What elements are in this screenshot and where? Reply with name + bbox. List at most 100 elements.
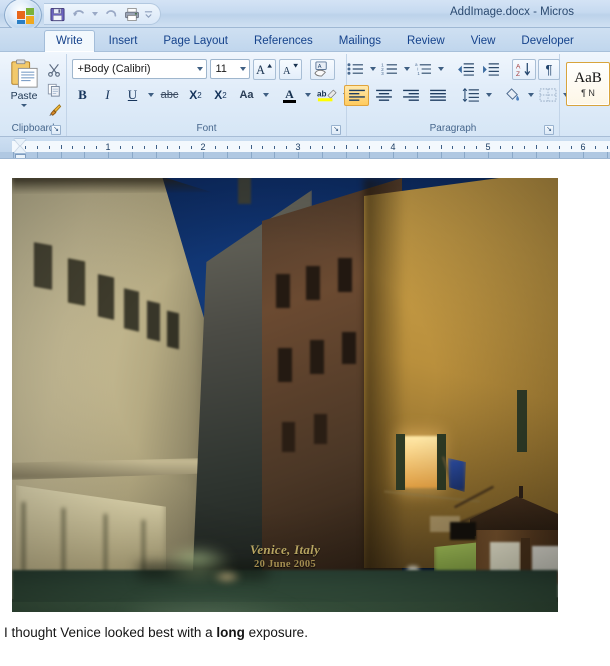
- chevron-down-icon: [485, 93, 492, 97]
- change-case-button[interactable]: Aa: [235, 85, 259, 106]
- sort-button[interactable]: A Z: [512, 58, 536, 80]
- ruler-segment-mark: [226, 152, 228, 158]
- tab-references[interactable]: References: [242, 30, 325, 52]
- align-right-button[interactable]: [398, 85, 423, 106]
- document-paragraph[interactable]: I thought Venice looked best with a long…: [4, 625, 308, 640]
- ruler-number-5: 5: [485, 142, 491, 152]
- bullets-button[interactable]: [344, 59, 366, 80]
- save-button[interactable]: [48, 5, 67, 23]
- shading-paint-icon: [506, 87, 520, 101]
- tab-review[interactable]: Review: [395, 30, 457, 52]
- line-spacing-button[interactable]: [460, 85, 482, 106]
- ruler-segment-mark: [464, 152, 466, 158]
- underline-button[interactable]: U: [122, 85, 144, 106]
- undo-dropdown[interactable]: [90, 5, 99, 23]
- borders-button[interactable]: [536, 85, 559, 106]
- numbering-button[interactable]: 123: [378, 59, 400, 80]
- tab-write[interactable]: Write: [44, 30, 95, 52]
- highlight-button[interactable]: ab: [315, 85, 339, 106]
- document-canvas[interactable]: Venice, Italy 20 June 2005 I thought Ven…: [0, 159, 610, 652]
- first-line-indent-marker[interactable]: [14, 139, 26, 146]
- font-dialog-launcher[interactable]: ↘: [331, 125, 341, 135]
- shading-button[interactable]: [502, 85, 524, 106]
- multilevel-list-dropdown[interactable]: [436, 59, 444, 80]
- bold-button[interactable]: B: [72, 85, 94, 106]
- customize-qat-button[interactable]: [143, 5, 153, 23]
- chevron-down-icon: [91, 12, 98, 16]
- strikethrough-label: abc: [160, 89, 179, 101]
- ruler-tick: [84, 146, 86, 149]
- font-name-combobox[interactable]: +Body (Calibri): [71, 59, 207, 79]
- shrink-font-icon: A: [283, 63, 298, 77]
- clear-formatting-button[interactable]: A: [309, 58, 335, 80]
- distant-car-light: [212, 570, 242, 584]
- font-group-label-text: Font: [196, 123, 217, 134]
- ruler-tick: [440, 145, 442, 149]
- ruler-tick: [499, 146, 501, 149]
- shrink-font-button[interactable]: A: [278, 58, 302, 80]
- tab-insert[interactable]: Insert: [97, 30, 150, 52]
- tab-mailings[interactable]: Mailings: [327, 30, 393, 52]
- grow-font-button[interactable]: A: [252, 58, 276, 80]
- document-image[interactable]: Venice, Italy 20 June 2005: [12, 178, 558, 612]
- ruler-segment-mark: [440, 152, 442, 158]
- decrease-indent-button[interactable]: [454, 59, 477, 80]
- paragraph-text-after: exposure.: [244, 625, 308, 640]
- font-size-combobox[interactable]: 11: [209, 59, 250, 79]
- justify-button[interactable]: [425, 85, 450, 106]
- ruler-tick: [309, 146, 311, 149]
- underline-dropdown[interactable]: [147, 85, 155, 106]
- font-color-label: A: [285, 86, 294, 101]
- tab-developer[interactable]: Developer: [509, 30, 585, 52]
- style-gallery-item-normal[interactable]: AaB ¶ N: [566, 62, 610, 106]
- copy-button[interactable]: [45, 81, 63, 98]
- align-center-button[interactable]: [371, 85, 396, 106]
- strikethrough-button[interactable]: abc: [158, 85, 182, 106]
- line-spacing-dropdown[interactable]: [484, 85, 492, 106]
- numbered-list-icon: 123: [381, 62, 397, 76]
- undo-arrow-icon: [72, 10, 84, 17]
- multilevel-list-button[interactable]: ai1: [412, 59, 434, 80]
- print-button[interactable]: [122, 5, 141, 23]
- font-color-dropdown[interactable]: [304, 85, 312, 106]
- kiosk-finial: [519, 486, 523, 498]
- font-color-button[interactable]: A: [279, 85, 301, 106]
- clipboard-group-label-text: Clipboard: [11, 123, 55, 134]
- paste-button[interactable]: Paste: [3, 58, 45, 107]
- align-center-icon: [375, 89, 392, 101]
- ruler-segment-mark: [179, 152, 181, 158]
- cut-button[interactable]: [45, 61, 63, 78]
- ruler-tick: [511, 146, 513, 149]
- ruler-tick: [606, 146, 608, 149]
- paragraph-row-top: 123 ai1 A Z ¶: [344, 58, 560, 80]
- ruler-segment-mark: [535, 152, 537, 158]
- font-group-label: Font ↘: [70, 122, 343, 136]
- format-painter-button[interactable]: [45, 101, 63, 118]
- subscript-button[interactable]: X2: [185, 85, 207, 106]
- hanging-indent-marker[interactable]: [14, 146, 26, 153]
- bullets-dropdown[interactable]: [368, 59, 376, 80]
- ruler-tick: [476, 146, 478, 149]
- tab-page-layout[interactable]: Page Layout: [151, 30, 240, 52]
- redo-button[interactable]: [101, 5, 120, 23]
- superscript-button[interactable]: X2: [210, 85, 232, 106]
- chevron-down-icon: [148, 93, 154, 97]
- font-row-top: +Body (Calibri) 11 A A A: [71, 58, 335, 80]
- ruler-tick: [36, 146, 38, 149]
- clipboard-dialog-launcher[interactable]: ↘: [51, 125, 61, 135]
- paragraph-dialog-launcher[interactable]: ↘: [544, 125, 554, 135]
- horizontal-ruler[interactable]: 1 2 3 4 5 6: [0, 137, 610, 159]
- align-left-button[interactable]: [344, 84, 369, 106]
- increase-indent-button[interactable]: [479, 59, 502, 80]
- undo-button[interactable]: [69, 5, 88, 23]
- show-formatting-marks-button[interactable]: ¶: [538, 58, 560, 80]
- italic-button[interactable]: I: [97, 85, 119, 106]
- paint-brush-icon: [48, 103, 61, 116]
- shading-dropdown[interactable]: [526, 85, 534, 106]
- subscript-label: X: [189, 88, 198, 102]
- change-case-dropdown[interactable]: [262, 85, 270, 106]
- tab-view[interactable]: View: [459, 30, 508, 52]
- clear-formatting-icon: A: [313, 61, 327, 77]
- font-color-swatch: [283, 99, 296, 103]
- numbering-dropdown[interactable]: [402, 59, 410, 80]
